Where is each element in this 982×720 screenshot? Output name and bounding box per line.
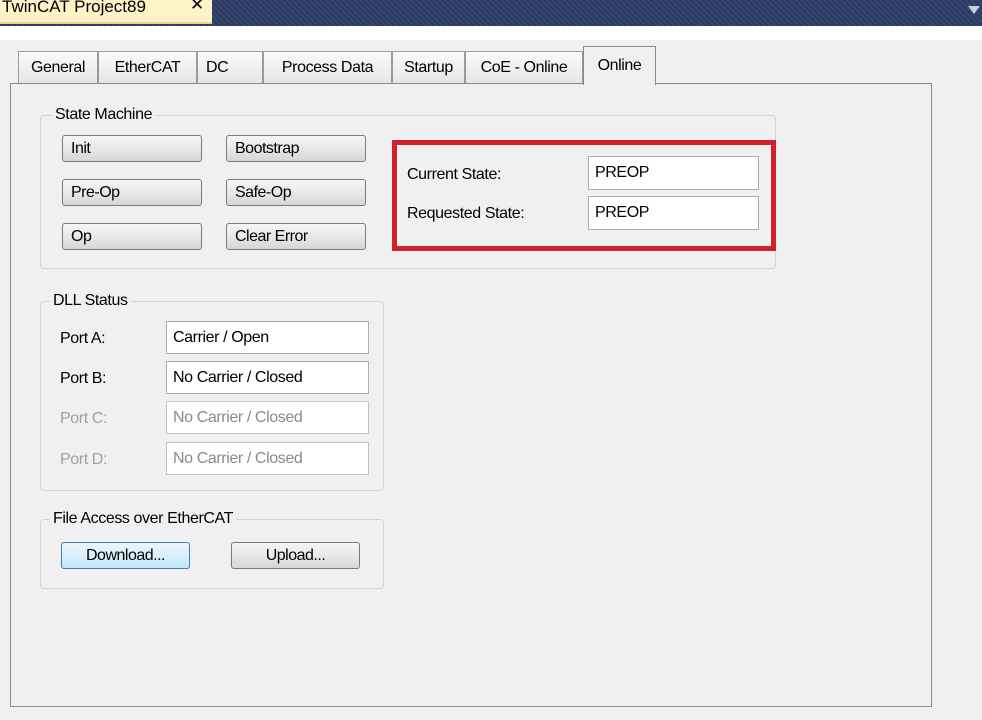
tab-ethercat[interactable]: EtherCAT — [98, 51, 197, 83]
dll-status-group: DLL Status Port A: Carrier / Open Port B… — [40, 292, 384, 491]
document-title: TwinCAT Project89 — [2, 0, 146, 16]
tab-dc[interactable]: DC — [197, 51, 263, 83]
bootstrap-button[interactable]: Bootstrap — [226, 135, 366, 162]
init-button[interactable]: Init — [62, 135, 202, 162]
port-d-field: No Carrier / Closed — [166, 442, 369, 475]
tab-online[interactable]: Online — [583, 46, 656, 85]
port-d-label: Port D: — [60, 451, 107, 468]
port-a-label: Port A: — [60, 330, 106, 347]
file-access-group: File Access over EtherCAT Download... Up… — [40, 510, 384, 589]
tab-coe-online[interactable]: CoE - Online — [465, 51, 583, 83]
port-b-label: Port B: — [60, 370, 107, 387]
dropdown-icon[interactable] — [968, 6, 980, 14]
state-machine-title: State Machine — [52, 106, 156, 124]
dll-status-title: DLL Status — [50, 292, 131, 310]
tab-general[interactable]: General — [18, 51, 98, 83]
safe-op-button[interactable]: Safe-Op — [226, 179, 366, 206]
file-access-title: File Access over EtherCAT — [50, 510, 236, 528]
upload-button[interactable]: Upload... — [231, 542, 360, 569]
close-icon[interactable]: ✕ — [190, 0, 204, 13]
port-c-field: No Carrier / Closed — [166, 401, 369, 434]
clear-error-button[interactable]: Clear Error — [226, 223, 366, 250]
title-bar: TwinCAT Project89 ✕ — [0, 0, 982, 26]
port-c-label: Port C: — [60, 410, 107, 427]
port-a-field: Carrier / Open — [166, 321, 369, 354]
download-button[interactable]: Download... — [61, 542, 190, 569]
tab-startup[interactable]: Startup — [392, 51, 465, 83]
window-background — [0, 26, 982, 40]
state-highlight-box — [392, 140, 776, 251]
pre-op-button[interactable]: Pre-Op — [62, 179, 202, 206]
tab-process-data[interactable]: Process Data — [263, 51, 392, 83]
port-b-field: No Carrier / Closed — [166, 361, 369, 394]
op-button[interactable]: Op — [62, 223, 202, 250]
document-tab[interactable]: TwinCAT Project89 ✕ — [0, 0, 212, 24]
